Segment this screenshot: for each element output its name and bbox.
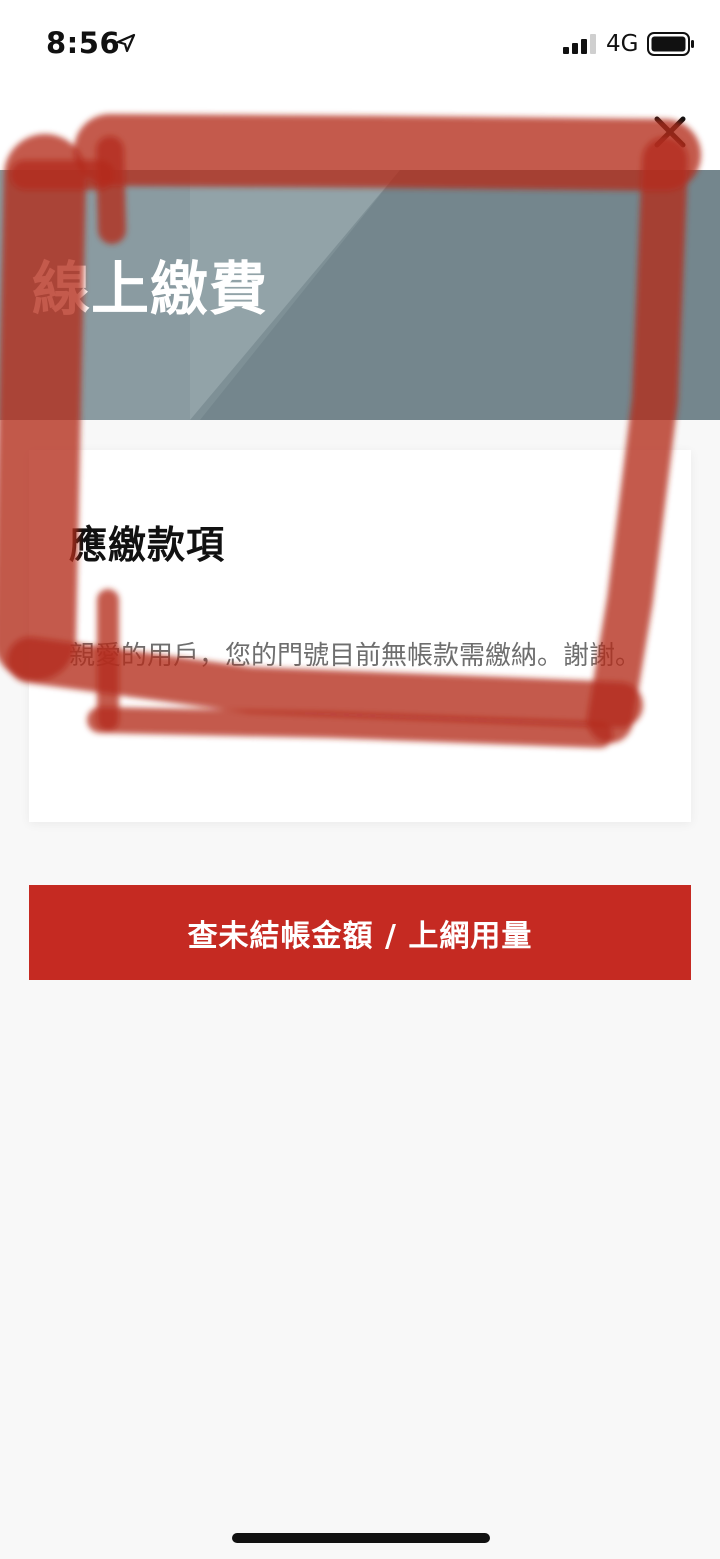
status-time: 8:56 (46, 26, 121, 60)
page-banner: 線上繳費 (0, 170, 720, 420)
close-icon[interactable] (650, 112, 690, 152)
battery-icon (647, 32, 694, 56)
signal-icon (563, 34, 596, 54)
amount-due-card: 應繳款項 親愛的用戶，您的門號目前無帳款需繳納。謝謝。 (29, 450, 691, 822)
network-type: 4G (606, 31, 639, 57)
card-message: 親愛的用戶，您的門號目前無帳款需繳納。謝謝。 (69, 641, 642, 671)
status-bar: 8:56 4G (0, 0, 720, 88)
home-indicator[interactable] (232, 1533, 490, 1543)
check-unbilled-button[interactable]: 查未結帳金額 / 上網用量 (29, 885, 691, 980)
top-bar (0, 88, 720, 170)
location-arrow-icon (116, 33, 136, 53)
page-title: 線上繳費 (32, 255, 269, 323)
card-title: 應繳款項 (69, 523, 226, 567)
